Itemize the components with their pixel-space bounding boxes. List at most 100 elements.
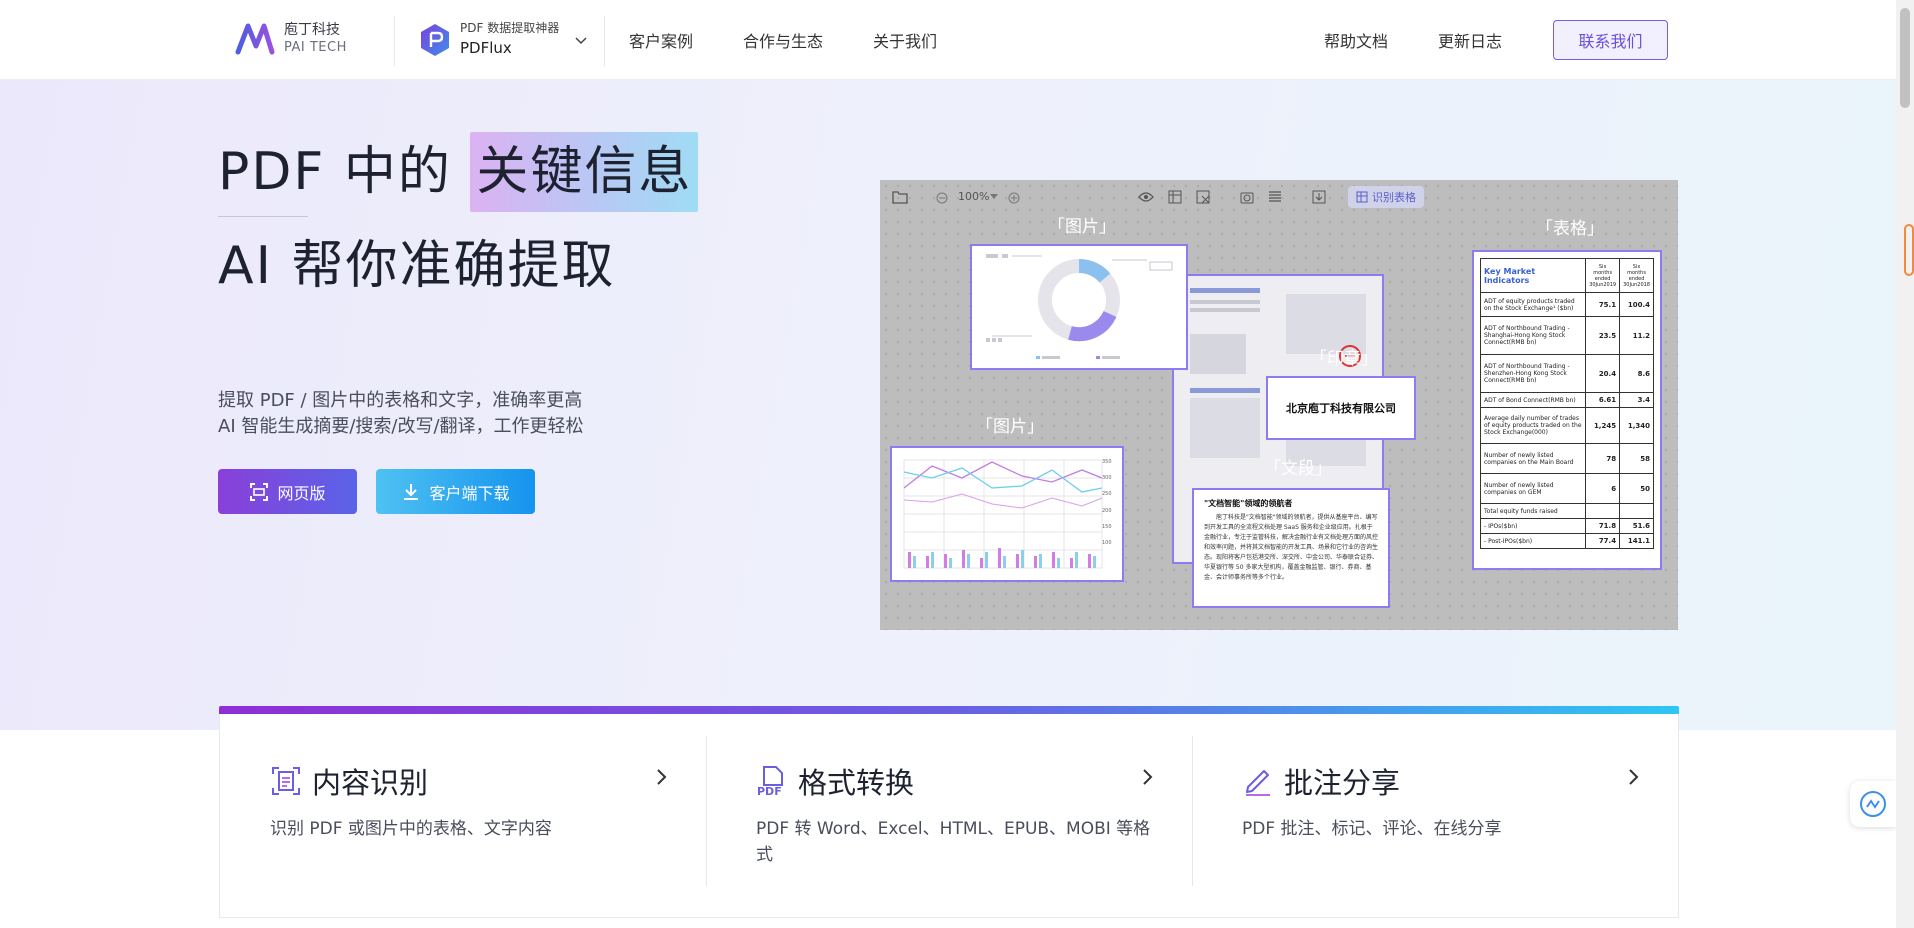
table-cell: - IPOs($bn) <box>1479 518 1587 534</box>
table-cell: ADT of Bond Connect(RMB bn) <box>1479 392 1587 408</box>
hero-divider <box>218 216 308 217</box>
chart-tick: 100 <box>1102 540 1112 547</box>
logo[interactable]: 庖丁科技 PAI TECH <box>234 18 347 60</box>
table-col-header: Six months ended 30Jun2019 <box>1585 258 1621 293</box>
table-cell: Number of newly listed companies on GEM <box>1479 473 1587 504</box>
table-cell: 50 <box>1619 473 1654 504</box>
chart-tick-labels: 350 300 250 200 150 100 <box>1102 454 1112 551</box>
table-cell: 6.61 <box>1585 392 1621 408</box>
nav-changelog[interactable]: 更新日志 <box>1438 28 1502 52</box>
paragraph-label: 「文段」 <box>1264 459 1332 479</box>
chevron-down-icon <box>575 36 587 44</box>
contact-us-button[interactable]: 联系我们 <box>1553 20 1668 60</box>
chart-tick: 350 <box>1102 459 1112 465</box>
chart-tick: 150 <box>1102 523 1112 530</box>
side-tab-handle[interactable] <box>1904 224 1914 276</box>
client-download-label: 客户端下载 <box>429 483 510 503</box>
divider <box>394 16 395 66</box>
table-row: ADT of Bond Connect(RMB bn) 6.61 3.4 <box>1479 392 1654 408</box>
table-cell: 71.8 <box>1585 518 1621 534</box>
hero-description: 提取 PDF / 图片中的表格和文字，准确率更高 AI 智能生成摘要/搜索/改写… <box>218 388 584 440</box>
feature-annotate-share[interactable]: 批注分享 PDF 批注、标记、评论、在线分享 <box>1192 706 1678 918</box>
hero-title-prefix: PDF 中的 <box>218 142 452 202</box>
feature-title: 批注分享 <box>1284 766 1401 800</box>
table-cell: 1,245 <box>1585 407 1621 444</box>
folder-icon[interactable] <box>892 190 908 204</box>
assistant-icon <box>1860 791 1886 817</box>
table-cell: 100.4 <box>1619 292 1654 317</box>
nav-help-docs[interactable]: 帮助文档 <box>1324 28 1388 52</box>
pen-annotate-icon <box>1246 770 1270 796</box>
zoom-level[interactable]: 100% <box>958 190 989 203</box>
table-cell: 75.1 <box>1585 292 1621 317</box>
table-row: ADT of Northbound Trading - Shenzhen-Hon… <box>1479 354 1654 393</box>
feature-description: PDF 转 Word、Excel、HTML、EPUB、MOBI 等格式 <box>756 819 1151 865</box>
feature-description: 识别 PDF 或图片中的表格、文字内容 <box>270 819 552 839</box>
table-title: Key Market Indicators <box>1479 258 1587 293</box>
feature-head: 批注分享 <box>1242 760 1400 802</box>
chart-tick: 200 <box>1102 507 1112 514</box>
pdf-file-icon: PDF <box>757 766 783 797</box>
chevron-right-icon <box>1629 769 1639 785</box>
zoom-in-icon[interactable] <box>1008 192 1020 204</box>
feature-title: 格式转换 <box>798 766 915 800</box>
caret-down-icon <box>990 194 998 199</box>
table-card[interactable]: Key Market Indicators Six months ended 3… <box>1472 250 1662 570</box>
top-navbar: 庖丁科技 PAI TECH PDF 数据提取神器 PDFlux 客户案例 合作与… <box>0 0 1896 80</box>
text-lines-icon[interactable] <box>1268 190 1282 204</box>
product-switcher[interactable]: PDF 数据提取神器 PDFlux <box>418 20 589 59</box>
scan-icon <box>250 482 269 501</box>
table-cell: 77.4 <box>1585 533 1621 549</box>
table-cell: Average daily number of trades of equity… <box>1479 407 1587 444</box>
table-edit-icon[interactable] <box>1168 190 1182 204</box>
screenshot-icon[interactable] <box>1240 190 1254 204</box>
product-tagline: PDF 数据提取神器 <box>460 21 560 35</box>
feature-format-conversion[interactable]: PDF 格式转换 PDF 转 Word、Excel、HTML、EPUB、MOBI… <box>706 706 1192 918</box>
hero-title: PDF 中的 关键信息 <box>218 132 699 212</box>
combo-chart-graphic <box>903 459 1103 569</box>
eye-icon[interactable] <box>1138 191 1154 203</box>
feature-description: PDF 批注、标记、评论、在线分享 <box>1242 819 1502 839</box>
pdflux-logo-icon <box>421 23 449 56</box>
web-version-button[interactable]: 网页版 <box>218 469 357 514</box>
export-icon[interactable] <box>1312 190 1326 204</box>
logo-name: 庖丁科技 <box>284 22 340 38</box>
scrollbar[interactable] <box>1896 0 1914 928</box>
donut-chart-image[interactable] <box>970 244 1188 370</box>
seal-card[interactable]: 北京庖丁科技有限公司 <box>1266 376 1416 440</box>
table-row: ADT of equity products traded on the Sto… <box>1479 292 1654 317</box>
download-icon <box>404 483 419 500</box>
table-cell: Total equity funds raised <box>1479 503 1587 519</box>
svg-text:PDF: PDF <box>757 785 782 797</box>
nav-customer-cases[interactable]: 客户案例 <box>629 28 693 52</box>
table-cell: 58 <box>1619 443 1654 474</box>
scrollbar-thumb[interactable] <box>1900 8 1910 108</box>
table-label: 「表格」 <box>1536 219 1604 239</box>
paragraph-body: 庖丁科技是"文档智能"领域的领航者，提供从基座平台、编写到开发工具的全流程文档处… <box>1204 514 1379 581</box>
client-download-button[interactable]: 客户端下载 <box>376 469 535 514</box>
paragraph-card[interactable]: "文档智能"领域的领航者 庖丁科技是"文档智能"领域的领航者，提供从基座平台、编… <box>1192 488 1390 608</box>
floating-assistant-button[interactable] <box>1850 781 1896 827</box>
feature-content-recognition[interactable]: 内容识别 识别 PDF 或图片中的表格、文字内容 <box>220 706 706 918</box>
table-cell: 51.6 <box>1619 518 1654 534</box>
feature-title: 内容识别 <box>312 766 429 800</box>
table-cell: ADT of Northbound Trading - Shanghai-Hon… <box>1479 316 1587 355</box>
chart-tick: 300 <box>1102 475 1112 482</box>
combo-chart-image[interactable]: 350 300 250 200 150 100 <box>890 446 1124 582</box>
zoom-out-icon[interactable] <box>936 192 948 204</box>
hero-desc-line1: 提取 PDF / 图片中的表格和文字，准确率更高 <box>218 390 583 411</box>
recognize-table-button[interactable]: 识别表格 <box>1348 186 1424 208</box>
recognize-table-label: 识别表格 <box>1372 191 1416 204</box>
table-cell: 3.4 <box>1619 392 1654 408</box>
divider <box>604 16 605 66</box>
feature-head: PDF 格式转换 <box>756 760 914 802</box>
nav-partners-ecosystem[interactable]: 合作与生态 <box>743 28 823 52</box>
table-delete-icon[interactable] <box>1196 190 1210 204</box>
table-row: - Post-IPOs($bn) 77.4 141.1 <box>1479 533 1654 549</box>
table-col-header: Six months ended 30Jun2018 <box>1619 258 1654 293</box>
table-cell: 6 <box>1585 473 1621 504</box>
table-row: Total equity funds raised <box>1479 503 1654 519</box>
company-name: 北京庖丁科技有限公司 <box>1286 402 1396 415</box>
nav-about-us[interactable]: 关于我们 <box>873 28 937 52</box>
product-preview: 100% 识别表格 「图片」 350 300 250 200 150 100 「… <box>880 180 1678 630</box>
